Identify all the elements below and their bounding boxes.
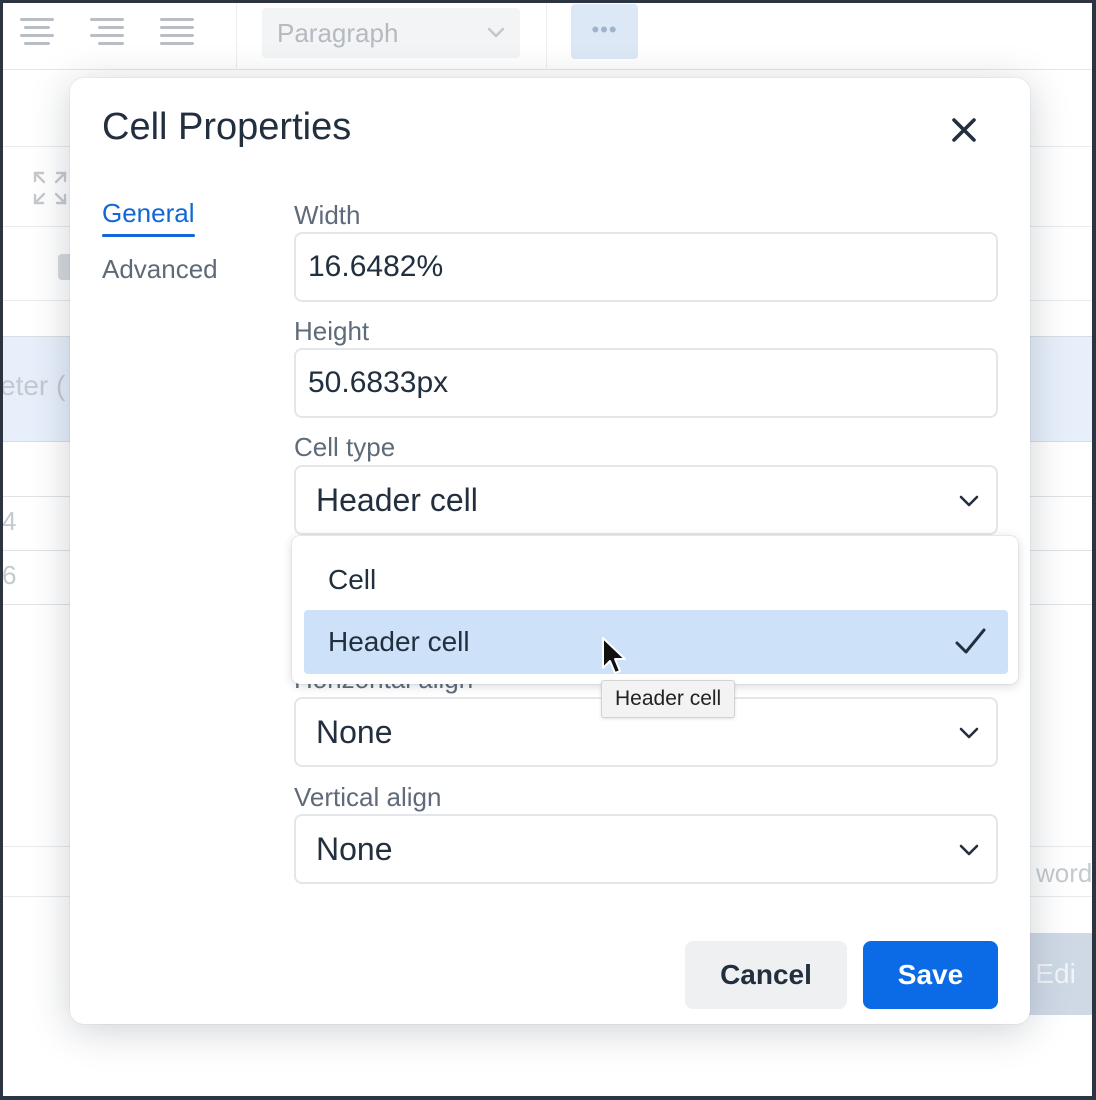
- toolbar-divider: [546, 0, 547, 70]
- cell-type-label: Cell type: [294, 432, 396, 462]
- paragraph-format-select[interactable]: Paragraph: [262, 8, 520, 58]
- word-count-text: word: [1036, 858, 1093, 888]
- dropdown-option-cell[interactable]: Cell: [304, 548, 1008, 612]
- width-label: Width: [294, 200, 361, 230]
- table-cell-text: 6: [2, 560, 17, 590]
- tab-general[interactable]: General: [102, 198, 195, 237]
- checkmark-icon: [955, 628, 986, 654]
- chevron-down-icon: [487, 27, 505, 38]
- vertical-align-value: None: [316, 831, 393, 867]
- dialog-title: Cell Properties: [102, 106, 352, 148]
- paragraph-format-label: Paragraph: [277, 18, 399, 48]
- cell-type-select[interactable]: Header cell: [294, 465, 998, 535]
- dropdown-option-label: Header cell: [328, 626, 470, 657]
- vertical-align-label: Vertical align: [294, 782, 442, 812]
- chevron-down-icon: [959, 844, 979, 856]
- align-right-icon[interactable]: [90, 18, 124, 46]
- height-label: Height: [294, 316, 370, 346]
- table-header-cell-text: eter (: [0, 370, 66, 401]
- cancel-button[interactable]: Cancel: [685, 941, 847, 1009]
- chevron-down-icon: [959, 727, 979, 739]
- editor-toolbar: Paragraph •••: [0, 0, 1096, 70]
- align-center-icon[interactable]: [20, 18, 54, 46]
- tab-advanced[interactable]: Advanced: [102, 254, 218, 285]
- dropdown-option-label: Cell: [328, 564, 377, 595]
- vertical-align-select[interactable]: None: [294, 814, 998, 884]
- horizontal-align-value: None: [316, 714, 393, 750]
- dropdown-option-header-cell[interactable]: Header cell: [304, 610, 1008, 674]
- table-cell-text: 4: [2, 506, 17, 536]
- save-button[interactable]: Save: [863, 941, 998, 1009]
- close-icon: [952, 118, 976, 142]
- align-justify-icon[interactable]: [160, 18, 194, 46]
- cell-type-dropdown-menu: Cell Header cell: [292, 536, 1018, 684]
- cell-type-value: Header cell: [316, 482, 478, 518]
- height-input[interactable]: [294, 348, 998, 418]
- mouse-pointer-icon: [602, 637, 626, 674]
- toolbar-divider: [236, 0, 237, 70]
- fullscreen-icon[interactable]: [32, 170, 68, 206]
- more-toolbar-button[interactable]: •••: [571, 4, 638, 59]
- width-input[interactable]: [294, 232, 998, 302]
- close-button[interactable]: [942, 108, 986, 152]
- tooltip: Header cell: [601, 680, 736, 718]
- chevron-down-icon: [959, 495, 979, 507]
